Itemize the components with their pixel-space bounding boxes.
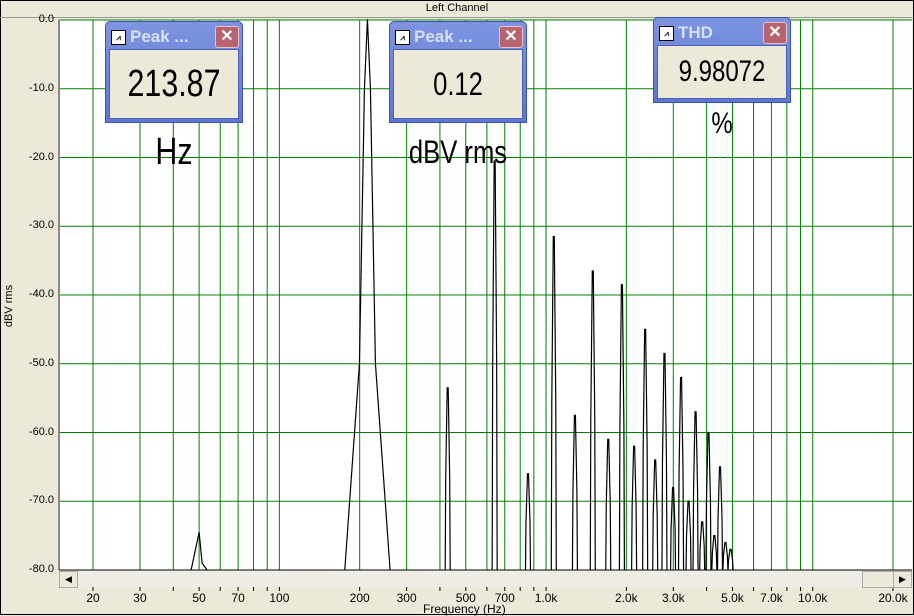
x-tick-label: 30	[133, 591, 147, 605]
y-tick-label: 0.0	[38, 13, 54, 25]
x-tick-label: 300	[396, 591, 417, 605]
x-tick-label: 70	[231, 591, 245, 605]
x-tick-label: 10.0k	[798, 591, 828, 605]
horizontal-scrollbar[interactable]: ◀ ▶	[59, 571, 912, 588]
peak-level-widget[interactable]: ⩘ Peak ... ✕ 0.12 dBV rms	[389, 21, 527, 170]
widget-title: Peak ...	[414, 27, 473, 46]
peak-frequency-widget[interactable]: ⩘ Peak ... ✕ 213.87 Hz	[105, 21, 243, 173]
widget-title: THD	[678, 23, 713, 42]
peak-level-value: 0.12 dBV rms	[408, 66, 508, 170]
x-tick-label: 20	[86, 591, 100, 605]
x-tick-label: 5.0k	[721, 591, 744, 605]
y-tick-label: -80.0	[28, 563, 54, 575]
scroll-right-button[interactable]: ▶	[893, 571, 912, 588]
x-axis-label: Frequency (Hz)	[423, 602, 506, 616]
x-tick-label: 100	[269, 591, 290, 605]
x-tick-label: 20.0k	[878, 591, 908, 605]
x-tick-label: 1.0k	[534, 591, 558, 605]
scroll-left-button[interactable]: ◀	[59, 571, 78, 588]
y-axis-label: dBV rms	[3, 284, 16, 328]
x-tick-label: 7.0k	[760, 591, 783, 605]
close-button[interactable]: ✕	[499, 26, 523, 48]
waveform-icon: ⩘	[659, 25, 674, 41]
close-button[interactable]: ✕	[215, 26, 239, 48]
y-tick-label: -30.0	[28, 219, 54, 232]
widget-title: Peak ...	[130, 27, 189, 46]
x-tick-label: 2.0k	[614, 591, 638, 605]
y-tick-label: -40.0	[28, 288, 54, 300]
y-tick-label: -10.0	[28, 81, 54, 94]
thd-value: 9.98072 %	[678, 55, 766, 140]
x-tick-label: 3.0k	[661, 591, 685, 605]
peak-frequency-value: 213.87 Hz	[127, 63, 221, 173]
close-button[interactable]: ✕	[763, 22, 787, 44]
y-tick-label: -50.0	[28, 356, 54, 369]
waveform-icon: ⩘	[111, 29, 126, 45]
y-tick-label: -70.0	[28, 494, 54, 507]
y-tick-label: -60.0	[28, 425, 54, 438]
x-tick-label: 200	[349, 591, 370, 605]
scroll-thumb[interactable]	[862, 571, 894, 588]
thd-widget[interactable]: ⩘ THD ✕ 9.98072 %	[653, 17, 791, 140]
y-tick-label: -20.0	[28, 150, 54, 163]
x-tick-label: 50	[192, 591, 206, 605]
waveform-icon: ⩘	[395, 29, 410, 45]
